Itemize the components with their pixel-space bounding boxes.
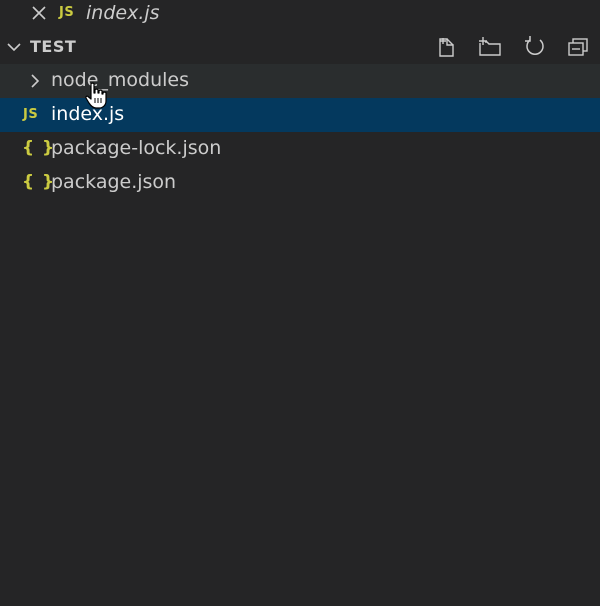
tree-item-label: node_modules xyxy=(51,69,190,91)
new-file-icon[interactable] xyxy=(434,34,460,60)
tree-item-label: index.js xyxy=(51,103,125,125)
file-explorer: JS index.js TEST node_modules JS index.j… xyxy=(0,0,600,606)
workspace-section-header[interactable]: TEST xyxy=(0,30,600,64)
close-icon[interactable] xyxy=(30,3,48,23)
new-folder-icon[interactable] xyxy=(477,34,503,60)
chevron-right-icon xyxy=(28,73,42,89)
collapse-all-icon[interactable] xyxy=(566,34,592,60)
file-tree: node_modules JS index.js { } package-loc… xyxy=(0,64,600,200)
workspace-title: TEST xyxy=(30,37,77,56)
tree-item-node-modules[interactable]: node_modules xyxy=(0,64,600,98)
tree-item-label: package.json xyxy=(51,171,177,193)
chevron-down-icon xyxy=(6,39,22,55)
open-editor-item[interactable]: JS index.js xyxy=(0,0,600,28)
tree-item-package-json[interactable]: { } package.json xyxy=(0,166,600,200)
tree-item-index-js[interactable]: JS index.js xyxy=(0,98,600,132)
tree-item-label: package-lock.json xyxy=(51,137,222,159)
refresh-icon[interactable] xyxy=(522,34,548,60)
js-icon: JS xyxy=(23,107,39,122)
js-icon: JS xyxy=(59,5,75,20)
open-editor-label: index.js xyxy=(86,2,160,24)
tree-item-package-lock-json[interactable]: { } package-lock.json xyxy=(0,132,600,166)
